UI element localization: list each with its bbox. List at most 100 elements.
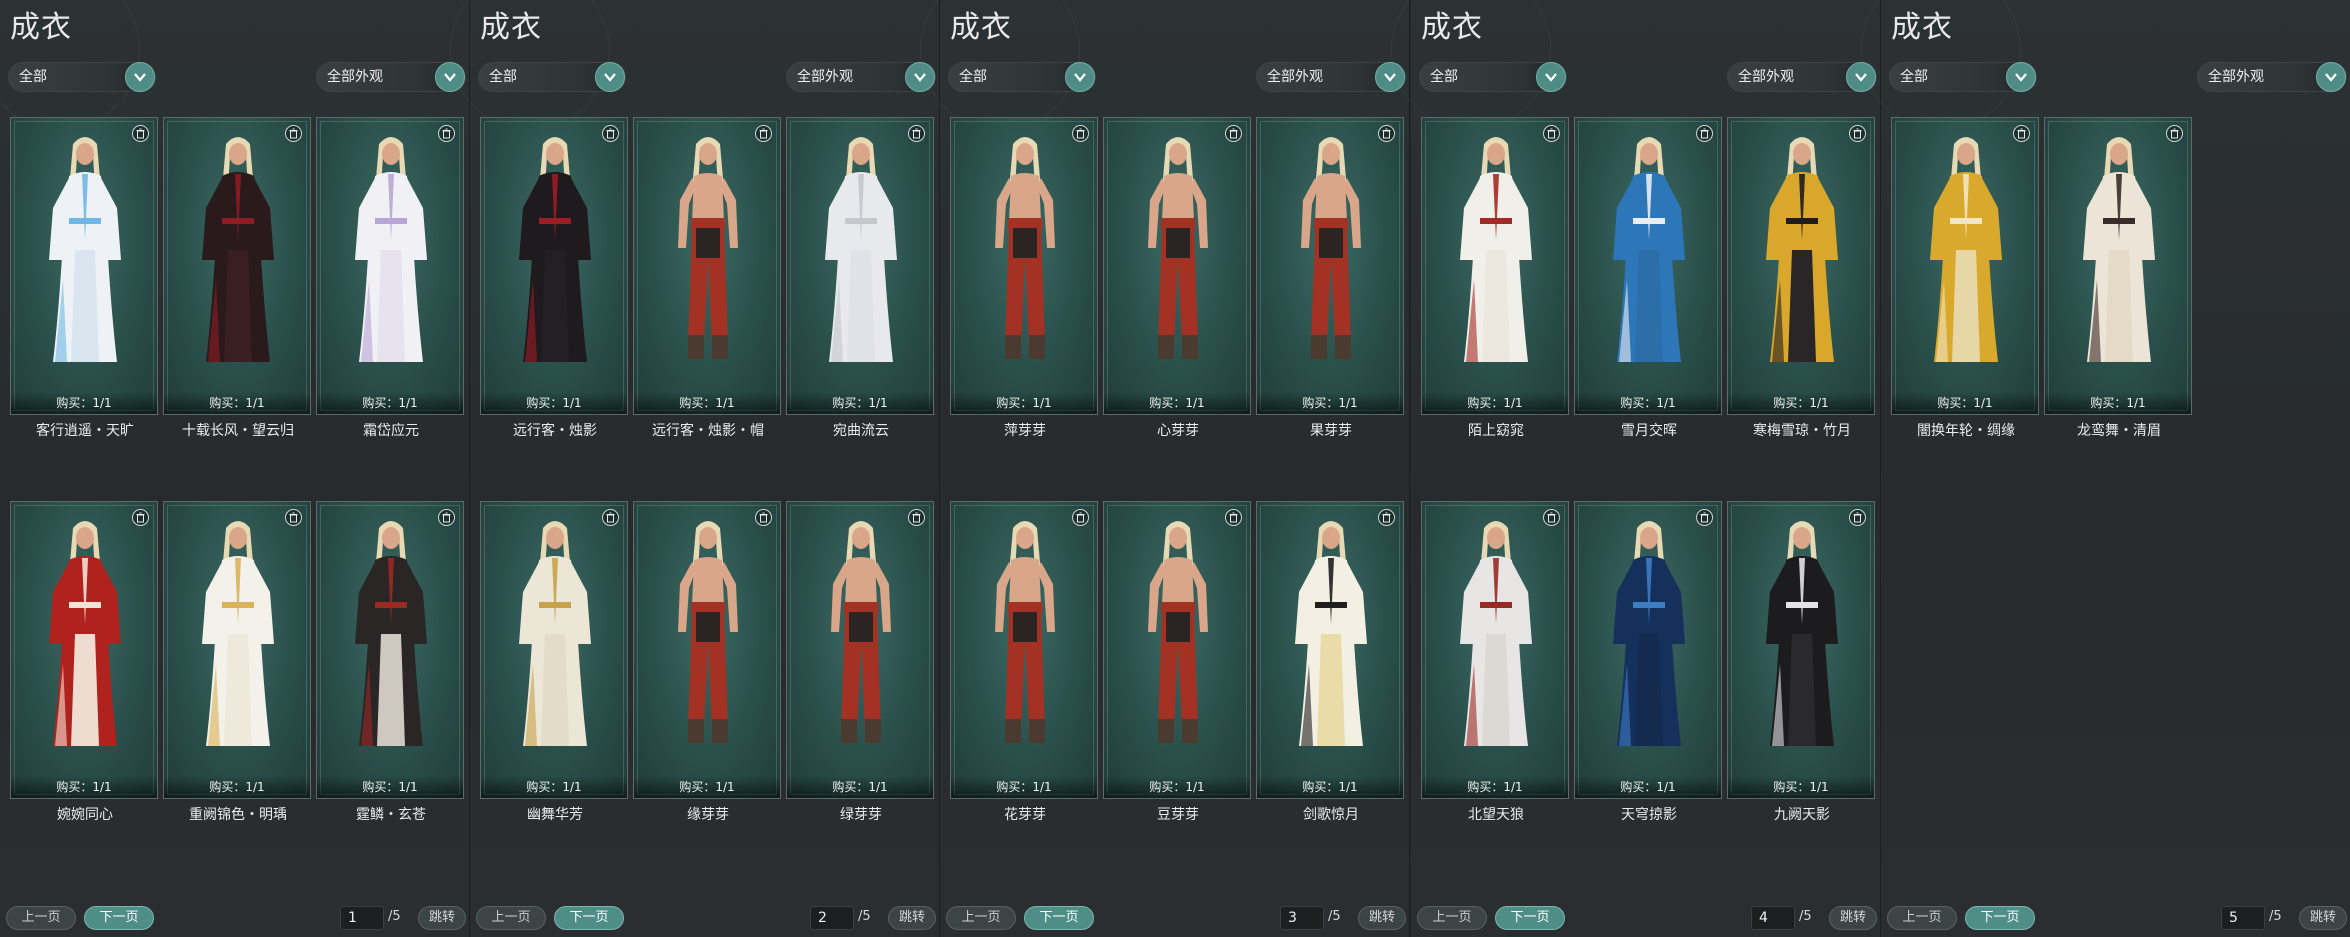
outfit-card[interactable]: 购买：1/1 雪月交晖 <box>1574 117 1722 439</box>
trash-icon[interactable] <box>755 125 772 142</box>
trash-icon[interactable] <box>1849 125 1866 142</box>
trash-icon[interactable] <box>1378 509 1395 526</box>
page-number-input[interactable]: 5 <box>2221 906 2265 930</box>
outfit-card[interactable]: 购买：1/1 幽舞华芳 <box>480 501 628 823</box>
prev-page-button[interactable]: 上一页 <box>946 906 1016 930</box>
trash-icon[interactable] <box>132 125 149 142</box>
jump-button[interactable]: 跳转 <box>1829 906 1877 930</box>
outfit-name: 剑歌惊月 <box>1303 807 1359 823</box>
outfit-card[interactable]: 购买：1/1 婉婉同心 <box>10 501 158 823</box>
category-dropdown-value: 全部 <box>19 69 47 85</box>
trash-icon[interactable] <box>1543 509 1560 526</box>
outfit-panel: 成衣 全部 全部外观 购买：1/1 陌上窈窕 购买：1/1 雪月交晖 购买：1/… <box>1391 0 1881 937</box>
outfit-card[interactable]: 购买：1/1 萍芽芽 <box>950 117 1098 439</box>
trash-icon[interactable] <box>1225 125 1242 142</box>
trash-icon[interactable] <box>755 509 772 526</box>
buy-count: 购买：1/1 <box>164 392 310 414</box>
trash-icon[interactable] <box>132 509 149 526</box>
chevron-down-icon[interactable] <box>1536 62 1566 92</box>
trash-icon[interactable] <box>438 125 455 142</box>
page-total: /5 <box>1799 909 1812 924</box>
buy-count: 购买：1/1 <box>1575 776 1721 798</box>
trash-icon[interactable] <box>438 509 455 526</box>
chevron-down-icon[interactable] <box>1065 62 1095 92</box>
trash-icon[interactable] <box>1072 125 1089 142</box>
outfit-panel: 成衣 全部 全部外观 购买：1/1 客行逍遥・天旷 购买：1/1 十载长风・望云… <box>0 0 470 937</box>
outfit-card[interactable]: 购买：1/1 宛曲流云 <box>786 117 934 439</box>
trash-icon[interactable] <box>2166 125 2183 142</box>
outfit-card[interactable]: 购买：1/1 闇换年轮・绸缘 <box>1891 117 2039 439</box>
appearance-dropdown[interactable]: 全部外观 <box>1727 62 1877 92</box>
trash-icon[interactable] <box>908 125 925 142</box>
outfit-card[interactable]: 购买：1/1 九阙天影 <box>1727 501 1875 823</box>
appearance-dropdown[interactable]: 全部外观 <box>786 62 936 92</box>
appearance-dropdown[interactable]: 全部外观 <box>2197 62 2347 92</box>
trash-icon[interactable] <box>1378 125 1395 142</box>
category-dropdown[interactable]: 全部 <box>1889 62 2037 92</box>
chevron-down-icon[interactable] <box>2316 62 2346 92</box>
outfit-card[interactable]: 购买：1/1 缘芽芽 <box>633 501 781 823</box>
outfit-card[interactable]: 购买：1/1 豆芽芽 <box>1103 501 1251 823</box>
prev-page-button[interactable]: 上一页 <box>1417 906 1487 930</box>
next-page-button[interactable]: 下一页 <box>554 906 624 930</box>
next-page-button[interactable]: 下一页 <box>1495 906 1565 930</box>
jump-button[interactable]: 跳转 <box>1358 906 1406 930</box>
jump-button[interactable]: 跳转 <box>2299 906 2347 930</box>
category-dropdown[interactable]: 全部 <box>8 62 156 92</box>
jump-button[interactable]: 跳转 <box>888 906 936 930</box>
page-number-input[interactable]: 1 <box>340 906 384 930</box>
category-dropdown[interactable]: 全部 <box>478 62 626 92</box>
category-dropdown[interactable]: 全部 <box>1419 62 1567 92</box>
outfit-card[interactable]: 购买：1/1 霆鳞・玄苍 <box>316 501 464 823</box>
jump-button[interactable]: 跳转 <box>418 906 466 930</box>
trash-icon[interactable] <box>2013 125 2030 142</box>
chevron-down-icon[interactable] <box>125 62 155 92</box>
outfit-card[interactable]: 购买：1/1 绿芽芽 <box>786 501 934 823</box>
outfit-name: 北望天狼 <box>1468 807 1524 823</box>
outfit-card[interactable]: 购买：1/1 剑歌惊月 <box>1256 501 1404 823</box>
category-dropdown[interactable]: 全部 <box>948 62 1096 92</box>
outfit-card[interactable]: 购买：1/1 十载长风・望云归 <box>163 117 311 439</box>
next-page-button[interactable]: 下一页 <box>1024 906 1094 930</box>
trash-icon[interactable] <box>1849 509 1866 526</box>
character-figure <box>678 521 738 743</box>
trash-icon[interactable] <box>285 125 302 142</box>
appearance-dropdown[interactable]: 全部外观 <box>316 62 466 92</box>
outfit-panel: 成衣 全部 全部外观 购买：1/1 萍芽芽 购买：1/1 心芽芽 购买：1/1 … <box>920 0 1410 937</box>
outfit-card[interactable]: 购买：1/1 龙鸾舞・清眉 <box>2044 117 2192 439</box>
outfit-card[interactable]: 购买：1/1 花芽芽 <box>950 501 1098 823</box>
trash-icon[interactable] <box>602 509 619 526</box>
chevron-down-icon[interactable] <box>595 62 625 92</box>
trash-icon[interactable] <box>1543 125 1560 142</box>
page-number-input[interactable]: 4 <box>1751 906 1795 930</box>
outfit-card[interactable]: 购买：1/1 陌上窈窕 <box>1421 117 1569 439</box>
next-page-button[interactable]: 下一页 <box>1965 906 2035 930</box>
page-number-input[interactable]: 3 <box>1280 906 1324 930</box>
character-figure <box>1301 137 1361 359</box>
prev-page-button[interactable]: 上一页 <box>476 906 546 930</box>
trash-icon[interactable] <box>1225 509 1242 526</box>
appearance-dropdown[interactable]: 全部外观 <box>1256 62 1406 92</box>
outfit-card[interactable]: 购买：1/1 心芽芽 <box>1103 117 1251 439</box>
outfit-name: 陌上窈窕 <box>1468 423 1524 439</box>
trash-icon[interactable] <box>1072 509 1089 526</box>
trash-icon[interactable] <box>285 509 302 526</box>
outfit-card[interactable]: 购买：1/1 霜岱应元 <box>316 117 464 439</box>
outfit-card[interactable]: 购买：1/1 远行客・烛影 <box>480 117 628 439</box>
next-page-button[interactable]: 下一页 <box>84 906 154 930</box>
chevron-down-icon[interactable] <box>2006 62 2036 92</box>
prev-page-button[interactable]: 上一页 <box>6 906 76 930</box>
trash-icon[interactable] <box>1696 125 1713 142</box>
outfit-card[interactable]: 购买：1/1 果芽芽 <box>1256 117 1404 439</box>
prev-page-button[interactable]: 上一页 <box>1887 906 1957 930</box>
outfit-card[interactable]: 购买：1/1 北望天狼 <box>1421 501 1569 823</box>
outfit-card[interactable]: 购买：1/1 天穹掠影 <box>1574 501 1722 823</box>
outfit-card[interactable]: 购买：1/1 重阙锦色・明瑀 <box>163 501 311 823</box>
trash-icon[interactable] <box>602 125 619 142</box>
trash-icon[interactable] <box>908 509 925 526</box>
outfit-card[interactable]: 购买：1/1 远行客・烛影・帽 <box>633 117 781 439</box>
outfit-card[interactable]: 购买：1/1 客行逍遥・天旷 <box>10 117 158 439</box>
trash-icon[interactable] <box>1696 509 1713 526</box>
page-number-input[interactable]: 2 <box>810 906 854 930</box>
outfit-card[interactable]: 购买：1/1 寒梅雪琼・竹月 <box>1727 117 1875 439</box>
